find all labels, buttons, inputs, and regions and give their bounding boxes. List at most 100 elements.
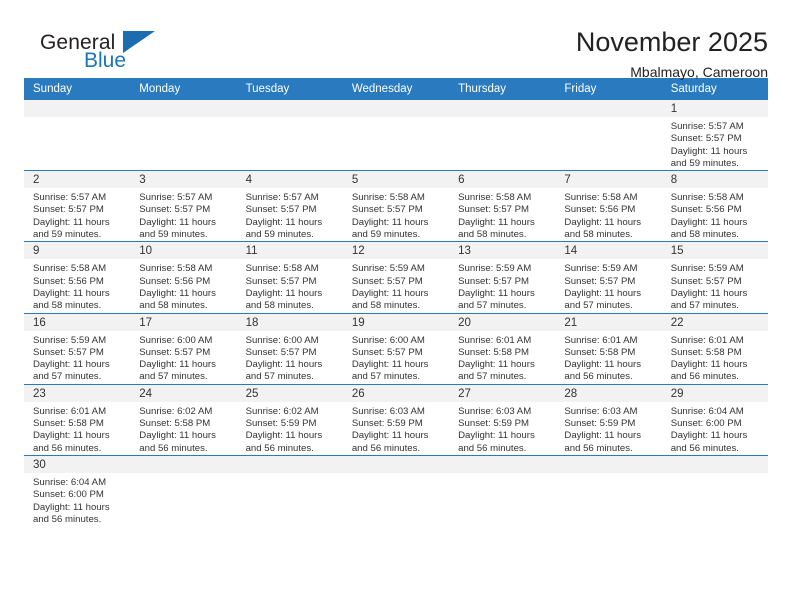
daylight-text-line1: Daylight: 11 hours [564, 216, 642, 228]
day-number: 5 [342, 171, 450, 189]
daylight-text-line1: Daylight: 11 hours [458, 359, 535, 371]
calendar-cell-empty [130, 100, 237, 171]
daylight-text-line2: and 59 minutes. [245, 229, 314, 241]
sunrise-text: Sunrise: 6:04 AM [670, 405, 744, 417]
sunrise-text: Sunrise: 6:03 AM [564, 405, 638, 417]
day-details: Sunrise: 5:58 AM Sunset: 5:57 PM Daylight:… [449, 188, 555, 241]
day-number [130, 455, 237, 473]
calendar-cell-empty [342, 100, 450, 171]
daylight-text-line1: Daylight: 11 hours [245, 430, 323, 442]
day-number: 14 [555, 242, 662, 260]
sunrise-text: Sunrise: 5:58 AM [564, 192, 638, 204]
calendar-day-cell[interactable]: 10 Sunrise: 5:58 AM Sunset: 5:56 PM Dayligh… [130, 241, 237, 314]
calendar-day-cell[interactable]: 18 Sunrise: 6:00 AM Sunset: 5:57 PM Dayligh… [236, 312, 343, 385]
sunrise-text: Sunrise: 5:58 AM [670, 192, 744, 204]
daylight-text-line1: Daylight: 11 hours [245, 287, 323, 299]
daylight-text-line2: and 56 minutes. [33, 513, 102, 525]
calendar-day-cell[interactable]: 5 Sunrise: 5:58 AM Sunset: 5:57 PM Daylight… [342, 170, 450, 242]
day-details: Sunrise: 6:04 AM Sunset: 6:00 PM Daylight:… [24, 473, 130, 526]
sunset-text: Sunset: 5:56 PM [33, 275, 104, 287]
day-number [555, 455, 662, 473]
daylight-text-line2: and 57 minutes. [564, 300, 633, 312]
weekday-header-wednesday: Wednesday [342, 78, 450, 100]
calendar-day-cell[interactable]: 25 Sunrise: 6:02 AM Sunset: 5:59 PM Dayligh… [236, 383, 343, 456]
daylight-text-line2: and 58 minutes. [351, 300, 421, 312]
calendar-day-cell[interactable]: 13 Sunrise: 5:59 AM Sunset: 5:57 PM Dayligh… [449, 241, 556, 314]
calendar-day-cell[interactable]: 4 Sunrise: 5:57 AM Sunset: 5:57 PM Daylight… [236, 170, 343, 242]
logo-triangle-icon [123, 31, 155, 53]
calendar-day-cell[interactable]: 29 Sunrise: 6:04 AM Sunset: 6:00 PM Dayligh… [661, 383, 768, 456]
sunset-text: Sunset: 5:58 PM [564, 346, 636, 358]
daylight-text-line1: Daylight: 11 hours [139, 359, 216, 371]
day-number [342, 455, 450, 473]
sunrise-text: Sunrise: 5:57 AM [33, 192, 107, 204]
daylight-text-line2: and 58 minutes. [564, 229, 633, 241]
calendar-day-cell[interactable]: 2 Sunrise: 5:57 AM Sunset: 5:57 PM Daylight… [24, 170, 131, 242]
day-number [342, 100, 450, 117]
daylight-text-line1: Daylight: 11 hours [670, 145, 748, 157]
day-number [555, 100, 662, 117]
day-details: Sunrise: 5:57 AM Sunset: 5:57 PM Daylight:… [237, 188, 343, 241]
day-details: Sunrise: 6:01 AM Sunset: 5:58 PM Daylight:… [449, 331, 555, 384]
general-blue-logo[interactable]: General Blue [24, 26, 164, 76]
sunrise-text: Sunrise: 5:57 AM [139, 192, 213, 204]
calendar-cell-empty [449, 100, 556, 171]
day-number [449, 100, 556, 117]
calendar-day-cell[interactable]: 9 Sunrise: 5:58 AM Sunset: 5:56 PM Daylight… [24, 241, 131, 314]
calendar-day-cell[interactable]: 30 Sunrise: 6:04 AM Sunset: 6:00 PM Dayligh… [24, 454, 131, 527]
calendar-day-cell[interactable]: 27 Sunrise: 6:03 AM Sunset: 5:59 PM Dayligh… [449, 383, 556, 456]
calendar-day-cell[interactable]: 20 Sunrise: 6:01 AM Sunset: 5:58 PM Dayligh… [449, 312, 556, 385]
day-details: Sunrise: 5:58 AM Sunset: 5:56 PM Daylight:… [555, 188, 661, 241]
sunset-text: Sunset: 5:59 PM [245, 418, 317, 430]
daylight-text-line2: and 56 minutes. [33, 442, 102, 454]
calendar-day-cell[interactable]: 17 Sunrise: 6:00 AM Sunset: 5:57 PM Dayligh… [130, 312, 237, 385]
daylight-text-line2: and 57 minutes. [458, 300, 527, 312]
calendar-day-cell[interactable]: 24 Sunrise: 6:02 AM Sunset: 5:58 PM Dayligh… [130, 383, 237, 456]
day-details: Sunrise: 5:58 AM Sunset: 5:57 PM Daylight:… [343, 188, 449, 241]
day-details: Sunrise: 5:59 AM Sunset: 5:57 PM Daylight:… [449, 259, 555, 312]
calendar-day-cell[interactable]: 28 Sunrise: 6:03 AM Sunset: 5:59 PM Dayligh… [555, 383, 662, 456]
day-number: 25 [236, 384, 343, 402]
calendar-day-cell[interactable]: 1 Sunrise: 5:57 AM Sunset: 5:57 PM Daylight… [661, 100, 768, 171]
calendar-day-cell[interactable]: 14 Sunrise: 5:59 AM Sunset: 5:57 PM Dayligh… [555, 241, 662, 314]
sunset-text: Sunset: 5:59 PM [564, 418, 636, 430]
calendar-day-cell[interactable]: 15 Sunrise: 5:59 AM Sunset: 5:57 PM Dayligh… [661, 241, 768, 314]
calendar-week-row: 1 Sunrise: 5:57 AM Sunset: 5:57 PM Daylight… [24, 100, 768, 171]
calendar-day-cell[interactable]: 8 Sunrise: 5:58 AM Sunset: 5:56 PM Daylight… [661, 170, 768, 242]
daylight-text-line2: and 56 minutes. [670, 442, 739, 454]
sunset-text: Sunset: 5:56 PM [139, 275, 211, 287]
sunrise-text: Sunrise: 5:59 AM [670, 263, 744, 275]
daylight-text-line2: and 57 minutes. [139, 371, 208, 383]
calendar-day-cell[interactable]: 3 Sunrise: 5:57 AM Sunset: 5:57 PM Daylight… [130, 170, 237, 242]
daylight-text-line1: Daylight: 11 hours [139, 430, 216, 442]
sunset-text: Sunset: 5:57 PM [458, 275, 530, 287]
sunset-text: Sunset: 5:57 PM [351, 346, 423, 358]
day-number [130, 100, 237, 117]
calendar-day-cell[interactable]: 19 Sunrise: 6:00 AM Sunset: 5:57 PM Dayligh… [342, 312, 450, 385]
calendar-day-cell[interactable]: 7 Sunrise: 5:58 AM Sunset: 5:56 PM Daylight… [555, 170, 662, 242]
day-number: 23 [24, 384, 131, 402]
calendar-body: 1 Sunrise: 5:57 AM Sunset: 5:57 PM Daylight… [24, 100, 768, 527]
calendar-day-cell[interactable]: 12 Sunrise: 5:59 AM Sunset: 5:57 PM Dayligh… [342, 241, 450, 314]
calendar-day-cell[interactable]: 6 Sunrise: 5:58 AM Sunset: 5:57 PM Daylight… [449, 170, 556, 242]
calendar-cell-empty [130, 454, 237, 527]
sunset-text: Sunset: 5:57 PM [564, 275, 636, 287]
day-number: 6 [449, 171, 556, 189]
calendar-day-cell[interactable]: 21 Sunrise: 6:01 AM Sunset: 5:58 PM Dayligh… [555, 312, 662, 385]
calendar-day-cell[interactable]: 22 Sunrise: 6:01 AM Sunset: 5:58 PM Dayligh… [661, 312, 768, 385]
daylight-text-line2: and 57 minutes. [245, 371, 314, 383]
calendar-day-cell[interactable]: 23 Sunrise: 6:01 AM Sunset: 5:58 PM Dayligh… [24, 383, 131, 456]
calendar-day-cell[interactable]: 26 Sunrise: 6:03 AM Sunset: 5:59 PM Dayligh… [342, 383, 450, 456]
calendar-week-row: 9 Sunrise: 5:58 AM Sunset: 5:56 PM Daylight… [24, 241, 768, 314]
calendar-day-cell[interactable]: 16 Sunrise: 5:59 AM Sunset: 5:57 PM Dayligh… [24, 312, 131, 385]
daylight-text-line2: and 59 minutes. [139, 229, 208, 241]
calendar-cell-empty [555, 100, 662, 171]
day-details: Sunrise: 5:58 AM Sunset: 5:56 PM Daylight:… [662, 188, 768, 241]
calendar-week-row: 30 Sunrise: 6:04 AM Sunset: 6:00 PM Dayligh… [24, 454, 768, 527]
calendar-day-cell[interactable]: 11 Sunrise: 5:58 AM Sunset: 5:57 PM Dayligh… [236, 241, 343, 314]
daylight-text-line1: Daylight: 11 hours [564, 430, 642, 442]
day-number: 10 [130, 242, 237, 260]
weekday-header-monday: Monday [130, 78, 237, 100]
day-number: 19 [342, 313, 450, 331]
day-details: Sunrise: 5:58 AM Sunset: 5:57 PM Daylight:… [237, 259, 343, 312]
